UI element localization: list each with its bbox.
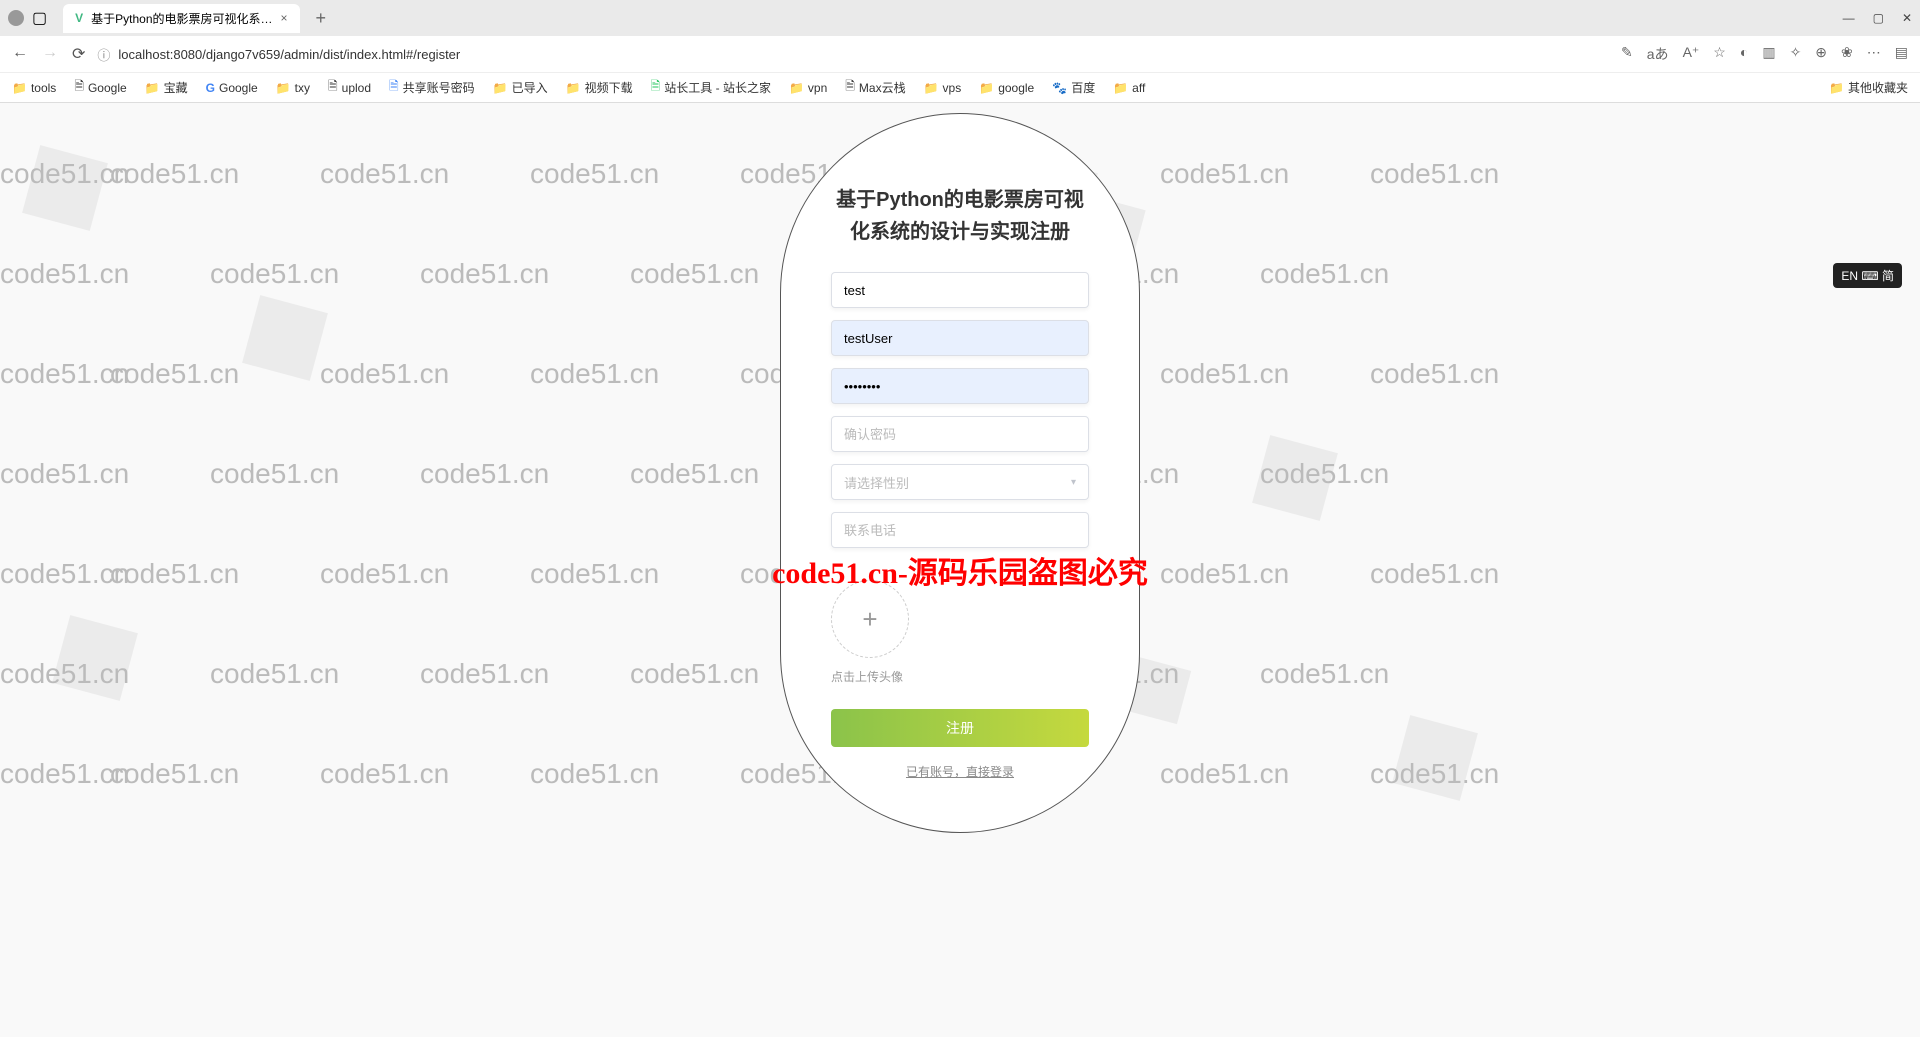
chevron-down-icon: ▾ xyxy=(1071,477,1076,488)
page-icon: 🗎 xyxy=(389,77,399,98)
google-icon: G xyxy=(206,81,215,95)
bookmark-vpn[interactable]: 📁vpn xyxy=(789,81,827,95)
bookmark-shared[interactable]: 🗎共享账号密码 xyxy=(389,77,475,98)
reload-icon[interactable]: ⟳ xyxy=(72,44,85,64)
register-card: 基于Python的电影票房可视化系统的设计与实现注册 请选择性别 ▾ + 点击上… xyxy=(780,113,1140,833)
login-link[interactable]: 已有账号，直接登录 xyxy=(831,763,1089,780)
folder-icon: 📁 xyxy=(789,81,804,95)
bookmark-vps[interactable]: 📁vps xyxy=(924,81,962,95)
upload-hint: 点击上传头像 xyxy=(831,668,1089,685)
bookmark-google2[interactable]: GGoogle xyxy=(206,81,258,95)
bookmark-treasure[interactable]: 📁宝藏 xyxy=(145,79,188,96)
username-input[interactable] xyxy=(831,320,1089,356)
page-icon: 🗎 xyxy=(651,77,661,98)
folder-icon: 📁 xyxy=(1829,81,1844,95)
extension2-icon[interactable]: ❀ xyxy=(1841,44,1853,64)
bookmark-imported[interactable]: 📁已导入 xyxy=(493,79,548,96)
forward-icon[interactable]: → xyxy=(42,44,58,64)
sidebar-toggle-icon[interactable]: ▢ xyxy=(32,8,47,28)
close-icon[interactable]: ✕ xyxy=(1902,11,1912,25)
page-icon: 🗎 xyxy=(845,77,855,98)
baidu-icon: 🐾 xyxy=(1052,81,1067,95)
new-tab-button[interactable]: + xyxy=(316,8,327,29)
url-text: localhost:8080/django7v659/admin/dist/in… xyxy=(118,47,460,62)
page-title: 基于Python的电影票房可视化系统的设计与实现注册 xyxy=(831,184,1089,248)
collections-icon[interactable]: ✧ xyxy=(1790,44,1802,64)
register-button[interactable]: 注册 xyxy=(831,709,1089,747)
folder-icon: 📁 xyxy=(566,81,581,95)
page-content: code51.cn code51.cn code51.cn code51.cn … xyxy=(0,103,1920,1037)
folder-icon: 📁 xyxy=(493,81,508,95)
browser-tab[interactable]: V 基于Python的电影票房可视化系… × xyxy=(63,4,299,33)
split-icon[interactable]: ▥ xyxy=(1762,44,1775,64)
bookmark-max[interactable]: 🗎Max云栈 xyxy=(845,77,905,98)
avatar-upload-button[interactable]: + xyxy=(831,580,909,658)
bookmark-aff[interactable]: 📁aff xyxy=(1113,81,1145,95)
edit-icon[interactable]: ✎ xyxy=(1621,44,1633,64)
text-style-icon[interactable]: A⁺ xyxy=(1683,44,1700,64)
profile-avatar-icon[interactable] xyxy=(8,10,24,26)
page-icon: 🗎 xyxy=(328,77,338,98)
bookmark-webmaster[interactable]: 🗎站长工具 - 站长之家 xyxy=(651,77,771,98)
site-info-icon[interactable]: ⓘ xyxy=(97,45,110,64)
folder-icon: 📁 xyxy=(979,81,994,95)
bookmark-google1[interactable]: 🗎Google xyxy=(74,77,126,98)
bookmark-video[interactable]: 📁视频下载 xyxy=(566,79,633,96)
bookmarks-bar: 📁tools 🗎Google 📁宝藏 GGoogle 📁txy 🗎uplod 🗎… xyxy=(0,72,1920,102)
folder-icon: 📁 xyxy=(145,81,160,95)
ime-badge[interactable]: EN ⌨ 简 xyxy=(1833,263,1902,288)
password-input[interactable] xyxy=(831,368,1089,404)
vue-logo-icon: V xyxy=(75,11,83,25)
bookmark-baidu[interactable]: 🐾百度 xyxy=(1052,79,1095,96)
confirm-password-input[interactable] xyxy=(831,416,1089,452)
account-input[interactable] xyxy=(831,272,1089,308)
sidebar-icon[interactable]: ▤ xyxy=(1895,44,1908,64)
bookmark-other[interactable]: 📁其他收藏夹 xyxy=(1829,79,1908,96)
bookmark-tools[interactable]: 📁tools xyxy=(12,81,56,95)
folder-icon: 📁 xyxy=(276,81,291,95)
gender-select[interactable]: 请选择性别 ▾ xyxy=(831,464,1089,500)
extension1-icon[interactable]: ◐ xyxy=(1740,44,1748,64)
close-tab-icon[interactable]: × xyxy=(281,11,288,25)
minimize-icon[interactable]: — xyxy=(1843,11,1855,25)
back-icon[interactable]: ← xyxy=(12,44,28,64)
address-bar: ← → ⟳ ⓘ localhost:8080/django7v659/admin… xyxy=(0,36,1920,72)
titlebar: ▢ V 基于Python的电影票房可视化系… × + — ▢ ✕ xyxy=(0,0,1920,36)
bookmark-google-folder[interactable]: 📁google xyxy=(979,81,1034,95)
maximize-icon[interactable]: ▢ xyxy=(1873,11,1884,25)
url-input[interactable]: ⓘ localhost:8080/django7v659/admin/dist/… xyxy=(97,45,1609,64)
folder-icon: 📁 xyxy=(1113,81,1128,95)
bookmark-txy[interactable]: 📁txy xyxy=(276,81,310,95)
browser-chrome: ▢ V 基于Python的电影票房可视化系… × + — ▢ ✕ ← → ⟳ ⓘ… xyxy=(0,0,1920,103)
page-icon: 🗎 xyxy=(74,77,84,98)
read-aloud-icon[interactable]: aあ xyxy=(1647,44,1669,64)
gender-placeholder: 请选择性别 xyxy=(844,473,909,492)
favorite-icon[interactable]: ☆ xyxy=(1713,44,1726,64)
folder-icon: 📁 xyxy=(12,81,27,95)
folder-icon: 📁 xyxy=(924,81,939,95)
app-icon[interactable]: ⊕ xyxy=(1815,44,1827,64)
bookmark-uplod[interactable]: 🗎uplod xyxy=(328,77,371,98)
window-controls: — ▢ ✕ xyxy=(1843,11,1912,25)
tab-title: 基于Python的电影票房可视化系… xyxy=(91,10,272,27)
menu-icon[interactable]: ⋯ xyxy=(1867,44,1881,64)
phone-input[interactable] xyxy=(831,512,1089,548)
plus-icon: + xyxy=(862,604,877,635)
